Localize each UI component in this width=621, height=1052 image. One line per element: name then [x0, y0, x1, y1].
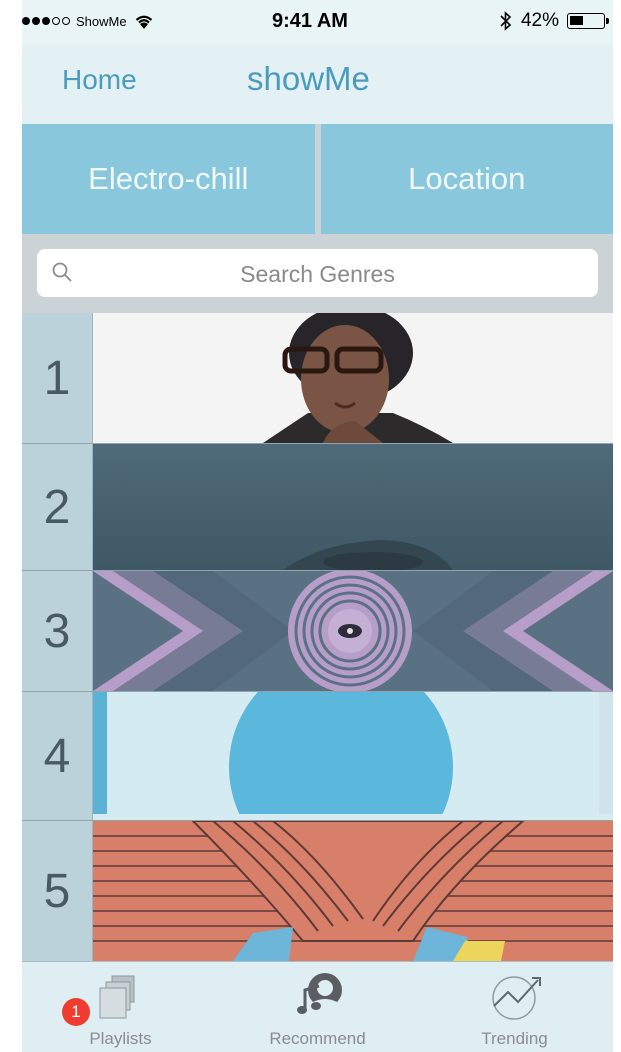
- navigation-bar: Home showMe: [22, 44, 613, 125]
- ranking-list: 1 2 3 4 5: [22, 313, 613, 961]
- list-item[interactable]: 5: [22, 821, 613, 961]
- album-art-wavy-lines: [93, 821, 613, 961]
- carrier-name: ShowMe: [76, 13, 127, 29]
- tab-recommend[interactable]: Recommend: [219, 962, 416, 1052]
- album-art-portrait: [93, 313, 613, 443]
- album-art-blue-sphere: [93, 692, 613, 820]
- album-art-dark-blue: [93, 444, 613, 570]
- page-title: showMe: [247, 60, 370, 97]
- signal-strength-icon: [22, 17, 70, 25]
- list-item[interactable]: 4: [22, 692, 613, 821]
- rank-number: 2: [22, 444, 93, 570]
- rank-number: 5: [22, 821, 93, 961]
- tab-label: Trending: [481, 1029, 548, 1048]
- app-screen: ShowMe 9:41 AM 42% Home showMe Electro-c…: [22, 0, 613, 1052]
- tab-trending[interactable]: Trending: [416, 962, 613, 1052]
- battery-fill: [570, 16, 583, 25]
- battery-percent: 42%: [520, 10, 559, 31]
- wifi-icon: [135, 15, 152, 29]
- album-art-eye-vinyl: [93, 571, 613, 691]
- filter-segments: Electro-chill Location: [22, 124, 613, 234]
- rank-number: 1: [22, 313, 93, 443]
- tab-bar: 1 Playlists Recommend Trending: [22, 961, 613, 1052]
- location-filter-button[interactable]: Location: [320, 124, 613, 234]
- status-time: 9:41 AM: [272, 10, 348, 32]
- list-item[interactable]: 3: [22, 571, 613, 692]
- rank-number: 4: [22, 692, 93, 820]
- tab-playlists[interactable]: 1 Playlists: [22, 962, 219, 1052]
- notification-badge: 1: [62, 998, 90, 1026]
- search-placeholder: Search Genres: [240, 261, 395, 287]
- carrier-info: ShowMe: [22, 12, 155, 30]
- search-input[interactable]: Search Genres: [37, 249, 598, 297]
- rank-number: 3: [22, 571, 93, 691]
- bluetooth-icon: [500, 11, 512, 31]
- recommend-icon: [296, 973, 342, 1014]
- tab-label: Playlists: [89, 1029, 152, 1048]
- playlists-icon: [99, 975, 134, 1019]
- list-item[interactable]: 1: [22, 313, 613, 444]
- status-right: 42%: [499, 10, 609, 32]
- tab-label: Recommend: [269, 1029, 366, 1048]
- home-button[interactable]: Home: [62, 64, 137, 96]
- list-item[interactable]: 2: [22, 444, 613, 571]
- genre-filter-button[interactable]: Electro-chill: [22, 124, 315, 234]
- battery-icon: [567, 13, 609, 29]
- status-bar: ShowMe 9:41 AM 42%: [22, 0, 613, 44]
- trending-icon: [491, 976, 541, 1020]
- search-bar: Search Genres: [22, 234, 613, 313]
